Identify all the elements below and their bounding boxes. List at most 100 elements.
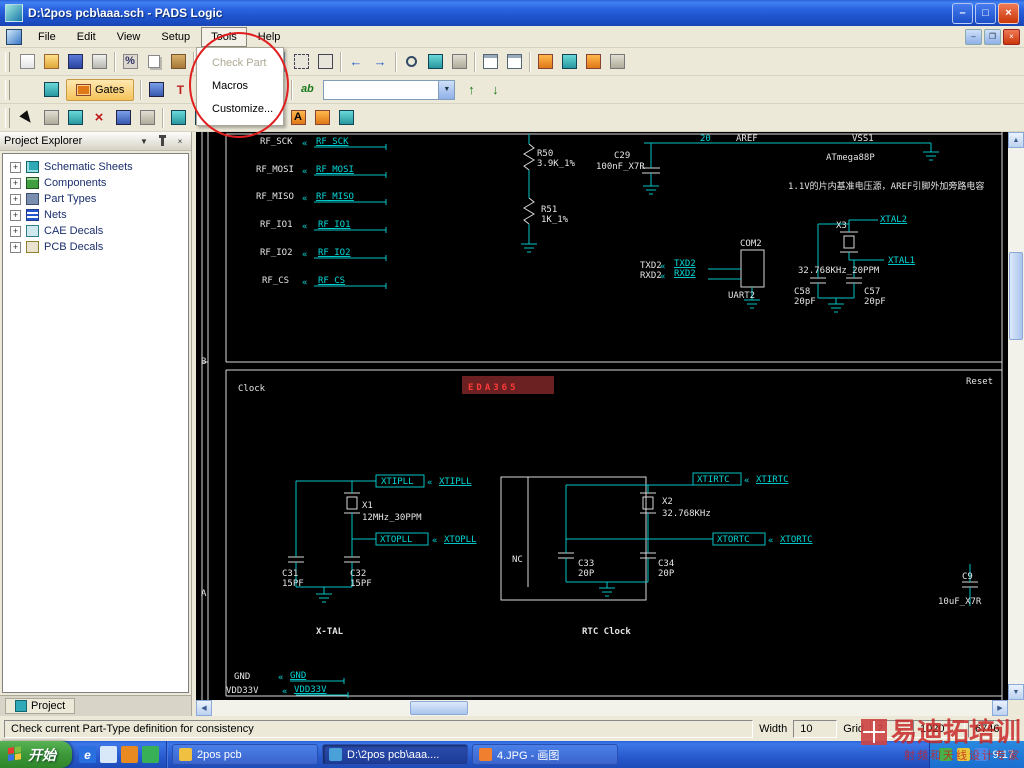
part-type-combo[interactable]: ▼ <box>323 79 456 100</box>
schematic-text[interactable]: RF_MISO <box>256 192 294 202</box>
horizontal-scrollbar[interactable]: ◀ ▶ <box>196 700 1008 716</box>
schematic-text[interactable]: 20 <box>700 134 711 144</box>
schematic-text[interactable]: 20P <box>658 569 675 579</box>
schematic-text[interactable]: « <box>660 272 665 282</box>
down-icon[interactable]: ↓ <box>483 78 507 101</box>
tree-item-components[interactable]: + Components <box>3 175 188 191</box>
close-panel-icon[interactable]: × <box>173 134 187 148</box>
combo-arrow-icon[interactable]: ▼ <box>438 80 455 99</box>
schematic-text[interactable]: C29 <box>614 151 630 161</box>
schematic-text[interactable]: C31 <box>282 569 298 579</box>
menu-item-macros[interactable]: Macros <box>199 75 281 98</box>
offpage-icon[interactable] <box>334 106 358 129</box>
text-icon[interactable]: ab <box>295 78 319 101</box>
tree-item-nets[interactable]: + Nets <box>3 207 188 223</box>
media-player-icon[interactable] <box>121 746 138 763</box>
tray-update-icon[interactable] <box>956 748 970 761</box>
schematic-text[interactable]: X1 <box>362 501 373 511</box>
schematic-text[interactable]: XTIPLL <box>381 477 414 487</box>
expand-icon[interactable]: + <box>10 161 21 173</box>
schematic-text[interactable]: 10uF_X7R <box>938 597 982 607</box>
schematic-text[interactable]: RF_IO2 <box>260 248 293 258</box>
schematic-text[interactable]: RF_MOSI <box>316 165 354 175</box>
schematic-text[interactable]: « <box>768 536 773 546</box>
redo-icon[interactable]: → <box>368 50 392 73</box>
schematic-text[interactable]: ATmega88P <box>826 153 875 163</box>
schematic-text[interactable]: C33 <box>578 559 594 569</box>
schematic-text[interactable]: TXD2 <box>674 259 696 269</box>
field-icon[interactable] <box>310 106 334 129</box>
schematic-text[interactable]: TXD2 <box>640 261 662 271</box>
schematic-text[interactable]: COM2 <box>740 239 762 249</box>
schematic-text[interactable]: AREF <box>736 134 758 144</box>
menu-help[interactable]: Help <box>248 27 291 47</box>
schematic-text[interactable]: XTIRTC <box>756 475 789 485</box>
menu-view[interactable]: View <box>107 27 151 47</box>
schematic-text[interactable]: A <box>201 589 207 599</box>
board-outline-icon[interactable] <box>39 78 63 101</box>
vertical-scrollbar[interactable]: ▲ ▼ <box>1008 132 1024 700</box>
schematic-text[interactable]: X2 <box>662 497 673 507</box>
schematic-text[interactable]: RF_SCK <box>260 137 293 147</box>
schematic-text[interactable]: B <box>201 357 206 367</box>
schematic-text[interactable]: 3.9K_1% <box>537 159 576 169</box>
scroll-up-icon[interactable]: ▲ <box>1008 132 1024 148</box>
width-value[interactable]: 10 <box>793 719 838 738</box>
schematic-text[interactable]: RF_MISO <box>316 192 354 202</box>
schematic-text[interactable]: 1.1V的片内基准电压源，AREF引脚外加旁路电容 <box>788 180 984 192</box>
mdi-minimize-icon[interactable]: – <box>965 28 982 45</box>
menu-item-check-part[interactable]: Check Part <box>199 52 281 75</box>
expand-icon[interactable]: + <box>10 241 21 253</box>
schematic-text[interactable]: Clock <box>238 384 266 394</box>
bus-icon[interactable] <box>557 50 581 73</box>
copy-icon[interactable] <box>142 50 166 73</box>
pan-icon[interactable] <box>39 106 63 129</box>
schematic-text[interactable]: XTORTC <box>717 535 750 545</box>
mdi-close-icon[interactable]: × <box>1003 28 1020 45</box>
tree-item-schematic-sheets[interactable]: + Schematic Sheets <box>3 159 188 175</box>
line-icon[interactable] <box>166 106 190 129</box>
schematic-text[interactable]: C58 <box>794 287 810 297</box>
schematic-text[interactable]: 1K_1% <box>541 215 569 225</box>
schematic-text[interactable]: EDA365 <box>468 383 519 393</box>
ie-icon[interactable]: e <box>79 746 96 763</box>
toolbar-grip[interactable] <box>5 79 10 100</box>
schematic-text[interactable]: C9 <box>962 572 973 582</box>
scroll-left-icon[interactable]: ◀ <box>196 700 212 716</box>
schematic-text[interactable]: RF_IO1 <box>318 220 351 230</box>
schematic-text[interactable]: « <box>282 687 287 697</box>
route-icon[interactable] <box>533 50 557 73</box>
pin-icon[interactable] <box>155 134 169 148</box>
maximize-button[interactable]: □ <box>975 2 996 24</box>
start-button[interactable]: 开始 <box>0 741 72 768</box>
properties-icon[interactable] <box>111 106 135 129</box>
schematic-text[interactable]: VDD33V <box>294 685 327 695</box>
schematic-text[interactable]: RF_IO1 <box>260 220 293 230</box>
range-select-icon[interactable] <box>15 78 39 101</box>
grid-value[interactable]: 2 <box>870 719 910 738</box>
schematic-text[interactable]: « <box>427 478 432 488</box>
schematic-text[interactable]: « <box>302 250 307 260</box>
up-icon[interactable]: ↑ <box>459 78 483 101</box>
undo-icon[interactable]: ← <box>344 50 368 73</box>
menu-edit[interactable]: Edit <box>67 27 106 47</box>
schematic-text[interactable]: « <box>302 194 307 204</box>
schematic-text[interactable]: 32.768KHz_20PPM <box>798 266 880 276</box>
schematic-text[interactable]: RF_SCK <box>316 137 349 147</box>
schematic-text[interactable]: « <box>302 167 307 177</box>
sheet-down-icon[interactable] <box>502 50 526 73</box>
new-icon[interactable] <box>15 50 39 73</box>
schematic-text[interactable]: C32 <box>350 569 366 579</box>
schematic-text[interactable]: GND <box>234 672 250 682</box>
part-icon[interactable] <box>144 78 168 101</box>
schematic-text[interactable]: XTORTC <box>780 535 813 545</box>
paste-icon[interactable] <box>166 50 190 73</box>
schematic-text[interactable]: RF_IO2 <box>318 248 351 258</box>
gates-button[interactable]: Gates <box>66 78 135 101</box>
schematic-text[interactable]: « <box>302 278 307 288</box>
schematic-text[interactable]: « <box>432 536 437 546</box>
scroll-right-icon[interactable]: ▶ <box>992 700 1008 716</box>
schematic-text[interactable]: C34 <box>658 559 674 569</box>
toolbar-grip[interactable] <box>5 107 10 128</box>
schematic-text[interactable]: RXD2 <box>674 269 696 279</box>
